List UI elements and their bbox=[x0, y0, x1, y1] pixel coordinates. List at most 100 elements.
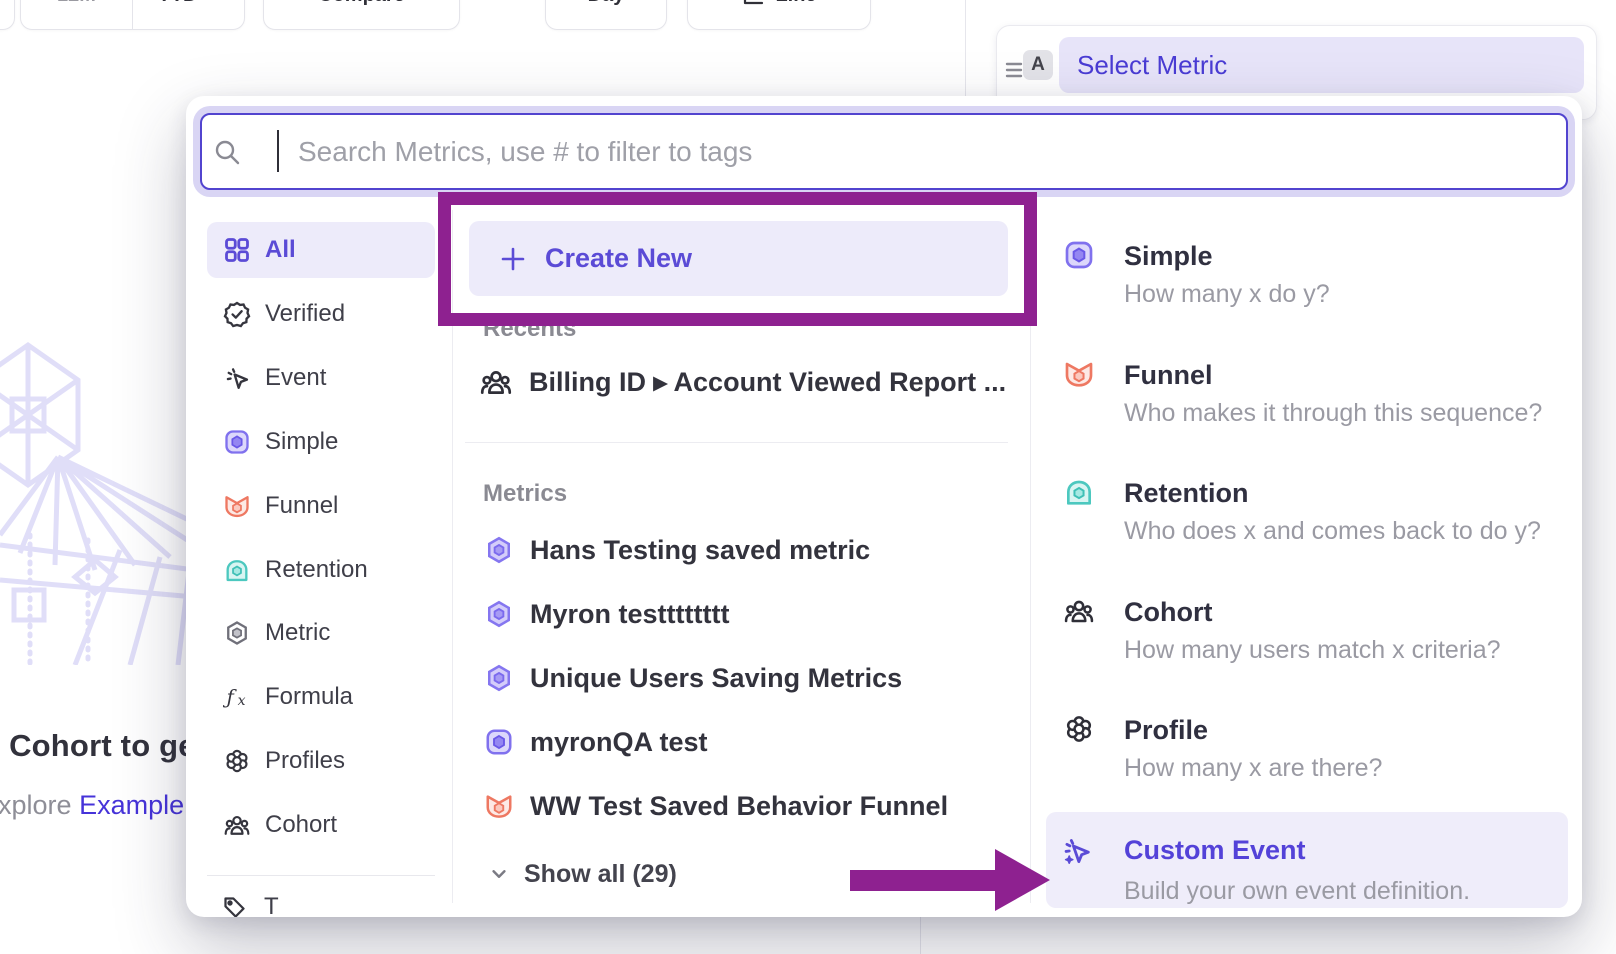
metric-hexagon-purple-icon bbox=[484, 535, 514, 565]
metric-type-description: Who does x and comes back to do y? bbox=[1124, 516, 1563, 546]
tag-icon bbox=[221, 894, 248, 918]
app-screen: r Cohort to ge explore Example R 12M YTD… bbox=[0, 0, 1616, 954]
recent-item-label: Billing ID ▸ Account Viewed Report ... bbox=[529, 367, 1006, 398]
funnel-icon bbox=[484, 791, 514, 821]
line-chart-type-button[interactable]: Line bbox=[687, 0, 871, 30]
metric-type-funnel[interactable]: Funnel Who makes it through this sequenc… bbox=[1063, 358, 1563, 428]
metric-type-custom-event[interactable]: Custom Event Build your own event defini… bbox=[1046, 812, 1568, 908]
background-explore-line: explore Example R bbox=[0, 790, 211, 821]
formula-fx-icon: ƒ x bbox=[223, 683, 251, 711]
drag-handle-icon[interactable] bbox=[1005, 59, 1023, 83]
day-granularity-button[interactable]: Day bbox=[545, 0, 667, 30]
category-verified[interactable]: Verified bbox=[207, 286, 435, 342]
metric-row-letter-badge: A bbox=[1023, 50, 1053, 80]
show-all-label: Show all (29) bbox=[524, 860, 677, 889]
category-all[interactable]: All bbox=[207, 222, 435, 278]
metric-type-title: Custom Event bbox=[1124, 835, 1306, 866]
metric-type-description: How many x do y? bbox=[1124, 279, 1563, 309]
verified-badge-icon bbox=[223, 300, 251, 328]
simple-square-icon bbox=[1063, 239, 1095, 271]
metric-type-description: How many x are there? bbox=[1124, 753, 1563, 783]
range-12m-button[interactable]: 12M bbox=[21, 0, 132, 29]
category-event[interactable]: Event bbox=[207, 350, 435, 406]
category-metric[interactable]: Metric bbox=[207, 605, 435, 661]
metric-type-simple[interactable]: Simple How many x do y? bbox=[1063, 239, 1563, 309]
chevron-down-icon bbox=[206, 0, 220, 2]
profiles-cluster-icon bbox=[223, 747, 251, 775]
metric-type-profile[interactable]: Profile How many x are there? bbox=[1063, 713, 1563, 783]
metric-type-retention[interactable]: Retention Who does x and comes back to d… bbox=[1063, 476, 1563, 546]
retention-icon bbox=[223, 556, 251, 584]
search-metrics-input[interactable] bbox=[200, 113, 1568, 190]
funnel-icon bbox=[1063, 358, 1095, 390]
metric-hexagon-purple-icon bbox=[484, 663, 514, 693]
metric-item-row[interactable]: Myron testttttttt bbox=[479, 594, 729, 634]
select-metric-pill[interactable]: Select Metric bbox=[1059, 37, 1584, 93]
compare-button[interactable]: Compare bbox=[263, 0, 460, 30]
metric-type-description: How many users match x criteria? bbox=[1124, 635, 1563, 665]
event-cursor-icon bbox=[223, 364, 251, 392]
recent-item-row[interactable]: Billing ID ▸ Account Viewed Report ... bbox=[479, 362, 1006, 402]
metric-item-label: Hans Testing saved metric bbox=[530, 535, 870, 566]
metrics-heading: Metrics bbox=[483, 480, 567, 508]
create-new-label: Create New bbox=[545, 243, 692, 274]
metric-type-title: Funnel bbox=[1124, 358, 1563, 392]
category-funnel[interactable]: Funnel bbox=[207, 478, 435, 534]
metric-item-label: Myron testttttttt bbox=[530, 599, 729, 630]
category-label: T bbox=[264, 893, 279, 917]
category-retention[interactable]: Retention bbox=[207, 542, 435, 598]
metric-item-row[interactable]: Unique Users Saving Metrics bbox=[479, 658, 902, 698]
page-divider-bottom bbox=[920, 917, 921, 954]
category-label: Metric bbox=[265, 619, 330, 647]
metric-hexagon-icon bbox=[223, 619, 251, 647]
retention-icon bbox=[1063, 476, 1095, 508]
page-divider-top bbox=[965, 0, 966, 96]
show-all-toggle[interactable]: Show all (29) bbox=[486, 857, 677, 891]
category-cohort[interactable]: Cohort bbox=[207, 797, 435, 853]
wireframe-graphic bbox=[0, 335, 195, 665]
background-headline-fragment: r Cohort to ge bbox=[0, 728, 196, 764]
profiles-cluster-icon bbox=[1063, 713, 1095, 745]
recents-heading: Recents bbox=[483, 315, 576, 343]
range-ytd-button[interactable]: YTD bbox=[132, 0, 244, 29]
metric-item-row[interactable]: myronQA test bbox=[479, 722, 708, 762]
metric-type-description: Who makes it through this sequence? bbox=[1124, 398, 1563, 428]
custom-event-spark-icon bbox=[1060, 834, 1094, 868]
toolbar-left-fragment-button[interactable] bbox=[0, 0, 15, 30]
metric-picker-modal: All Verified Event Simple bbox=[186, 96, 1582, 917]
category-simple[interactable]: Simple bbox=[207, 414, 435, 470]
line-chart-icon bbox=[741, 0, 765, 7]
category-label: Simple bbox=[265, 428, 338, 456]
metric-item-row[interactable]: Hans Testing saved metric bbox=[479, 530, 870, 570]
cohort-people-icon bbox=[223, 811, 251, 839]
metric-item-label: myronQA test bbox=[530, 727, 708, 758]
metric-type-title: Cohort bbox=[1124, 595, 1563, 629]
metric-type-title: Simple bbox=[1124, 239, 1563, 273]
plus-icon bbox=[499, 245, 527, 273]
category-formula[interactable]: ƒ x Formula bbox=[207, 669, 435, 725]
svg-text:x: x bbox=[238, 693, 246, 709]
date-range-segmented-control: 12M YTD bbox=[20, 0, 245, 30]
explore-prefix-text: explore bbox=[0, 790, 79, 820]
category-tags-partial[interactable]: T bbox=[221, 893, 279, 917]
category-label: Cohort bbox=[265, 811, 337, 839]
create-new-button[interactable]: Create New bbox=[469, 221, 1008, 296]
funnel-icon bbox=[223, 492, 251, 520]
chevron-down-icon bbox=[486, 861, 512, 887]
middle-divider bbox=[465, 442, 1008, 443]
simple-square-icon bbox=[484, 727, 514, 757]
category-label: All bbox=[265, 236, 296, 264]
cohort-people-icon bbox=[479, 365, 513, 399]
svg-text:ƒ: ƒ bbox=[223, 685, 238, 708]
metric-type-title: Profile bbox=[1124, 713, 1563, 747]
metric-hexagon-purple-icon bbox=[484, 599, 514, 629]
metric-type-title: Retention bbox=[1124, 476, 1563, 510]
grid-icon bbox=[223, 236, 251, 264]
category-label: Verified bbox=[265, 300, 345, 328]
metric-type-cohort[interactable]: Cohort How many users match x criteria? bbox=[1063, 595, 1563, 665]
column-separator-right bbox=[1030, 210, 1031, 903]
metric-item-row[interactable]: WW Test Saved Behavior Funnel bbox=[479, 786, 948, 826]
category-profiles[interactable]: Profiles bbox=[207, 733, 435, 789]
metric-type-description: Build your own event definition. bbox=[1124, 877, 1470, 906]
cohort-people-icon bbox=[1063, 595, 1095, 627]
